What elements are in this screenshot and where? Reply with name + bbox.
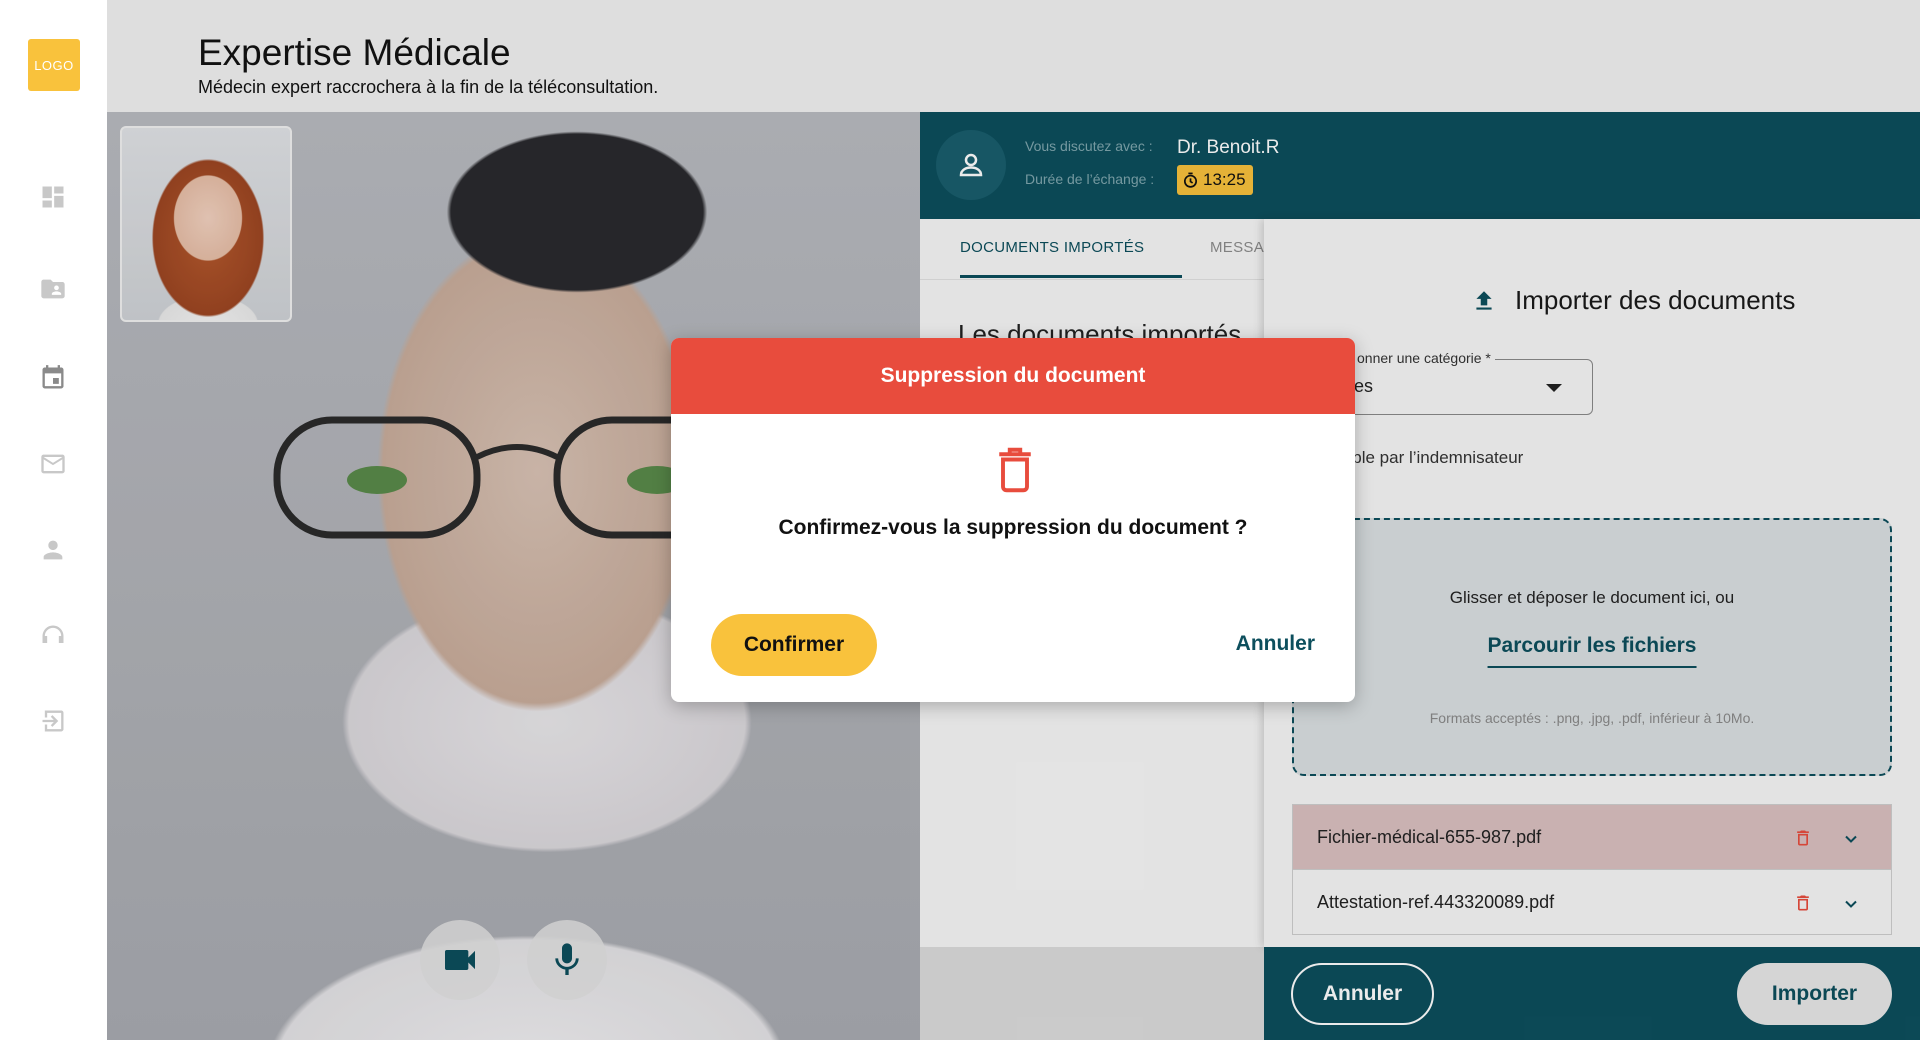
logout-icon[interactable]	[38, 706, 68, 736]
sidebar: LOGO	[0, 0, 107, 1040]
folder-user-icon[interactable]	[38, 274, 68, 304]
delete-confirmation-dialog: Suppression du document Confirmez-vous l…	[671, 338, 1355, 702]
dialog-question: Confirmez-vous la suppression du documen…	[778, 516, 1248, 539]
logo: LOGO	[28, 39, 80, 91]
page-subtitle: Médecin expert raccrochera à la fin de l…	[198, 77, 659, 97]
calendar-icon[interactable]	[38, 363, 68, 393]
user-icon[interactable]	[38, 535, 68, 565]
dashboard-icon[interactable]	[38, 182, 68, 212]
confirm-button[interactable]: Confirmer	[711, 614, 877, 676]
trash-icon	[999, 447, 1031, 493]
page-title: Expertise Médicale	[198, 32, 511, 73]
dialog-title: Suppression du document	[671, 338, 1355, 414]
mail-icon[interactable]	[38, 449, 68, 479]
dialog-cancel-button[interactable]: Annuler	[1236, 632, 1315, 656]
page-header: Expertise Médicale Médecin expert raccro…	[107, 0, 1920, 112]
support-icon[interactable]	[38, 621, 68, 651]
